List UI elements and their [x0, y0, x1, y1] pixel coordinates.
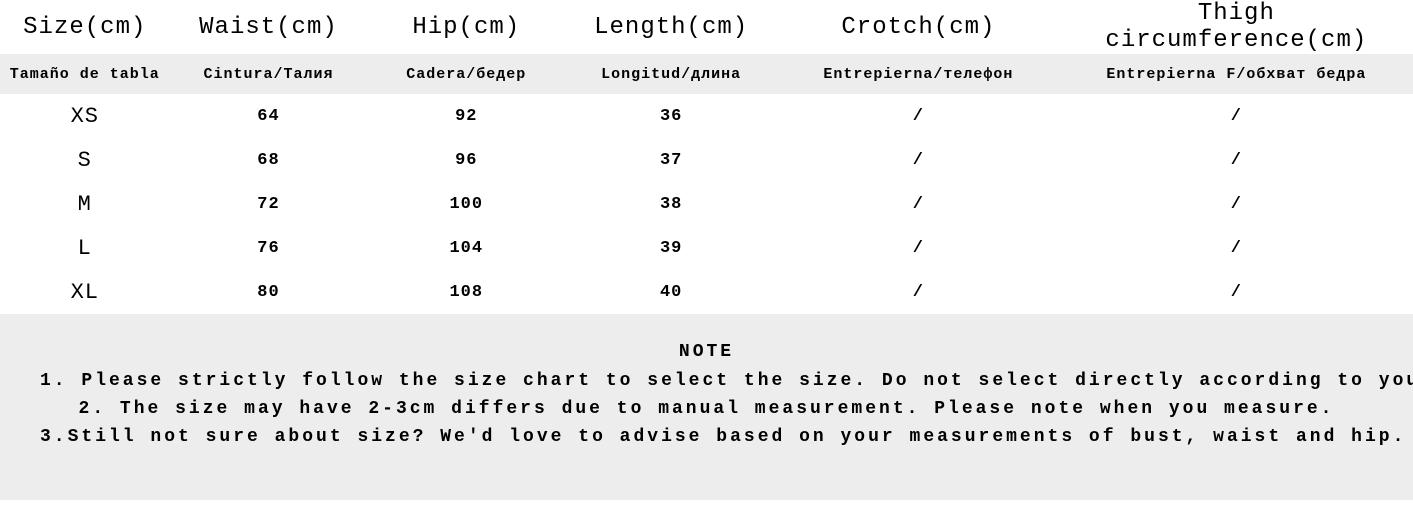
size-chart: Size(cm) Waist(cm) Hip(cm) Length(cm) Cr… — [0, 0, 1413, 500]
cell-size: XL — [0, 270, 170, 314]
cell-crotch: / — [777, 182, 1060, 226]
col-sub-length: Longitud/длина — [565, 54, 777, 94]
cell-waist: 68 — [170, 138, 368, 182]
cell-waist: 72 — [170, 182, 368, 226]
cell-length: 38 — [565, 182, 777, 226]
cell-crotch: / — [777, 270, 1060, 314]
cell-waist: 80 — [170, 270, 368, 314]
col-sub-size: Tamaño de tabla — [0, 54, 170, 94]
col-header-thigh: Thigh circumference(cm) — [1060, 0, 1413, 54]
table-subheader-row: Tamaño de tabla Cintura/Талия Cadera/бед… — [0, 54, 1413, 94]
size-table: Size(cm) Waist(cm) Hip(cm) Length(cm) Cr… — [0, 0, 1413, 314]
note-line: 1. Please strictly follow the size chart… — [40, 368, 1373, 396]
cell-crotch: / — [777, 138, 1060, 182]
table-header-row: Size(cm) Waist(cm) Hip(cm) Length(cm) Cr… — [0, 0, 1413, 54]
cell-hip: 100 — [367, 182, 565, 226]
cell-length: 40 — [565, 270, 777, 314]
col-header-size: Size(cm) — [0, 0, 170, 54]
col-sub-hip: Cadera/бедер — [367, 54, 565, 94]
note-line: 2. The size may have 2-3cm differs due t… — [40, 396, 1373, 424]
cell-hip: 96 — [367, 138, 565, 182]
cell-thigh: / — [1060, 270, 1413, 314]
col-header-hip: Hip(cm) — [367, 0, 565, 54]
cell-thigh: / — [1060, 226, 1413, 270]
cell-length: 37 — [565, 138, 777, 182]
cell-thigh: / — [1060, 138, 1413, 182]
cell-length: 36 — [565, 94, 777, 138]
note-title: NOTE — [40, 342, 1373, 362]
cell-hip: 92 — [367, 94, 565, 138]
cell-crotch: / — [777, 226, 1060, 270]
cell-size: XS — [0, 94, 170, 138]
table-row: XS 64 92 36 / / — [0, 94, 1413, 138]
cell-hip: 108 — [367, 270, 565, 314]
table-row: L 76 104 39 / / — [0, 226, 1413, 270]
table-row: S 68 96 37 / / — [0, 138, 1413, 182]
cell-thigh: / — [1060, 94, 1413, 138]
cell-size: L — [0, 226, 170, 270]
cell-size: S — [0, 138, 170, 182]
cell-length: 39 — [565, 226, 777, 270]
cell-hip: 104 — [367, 226, 565, 270]
col-sub-waist: Cintura/Талия — [170, 54, 368, 94]
col-sub-crotch: Entrepierna/телефон — [777, 54, 1060, 94]
col-header-waist: Waist(cm) — [170, 0, 368, 54]
table-row: XL 80 108 40 / / — [0, 270, 1413, 314]
cell-size: M — [0, 182, 170, 226]
note-line: 3.Still not sure about size? We'd love t… — [40, 424, 1373, 452]
col-sub-thigh: Entrepierna F/обхват бедра — [1060, 54, 1413, 94]
col-header-crotch: Crotch(cm) — [777, 0, 1060, 54]
col-header-length: Length(cm) — [565, 0, 777, 54]
cell-waist: 64 — [170, 94, 368, 138]
cell-waist: 76 — [170, 226, 368, 270]
table-row: M 72 100 38 / / — [0, 182, 1413, 226]
cell-crotch: / — [777, 94, 1060, 138]
note-block: NOTE 1. Please strictly follow the size … — [0, 314, 1413, 500]
cell-thigh: / — [1060, 182, 1413, 226]
